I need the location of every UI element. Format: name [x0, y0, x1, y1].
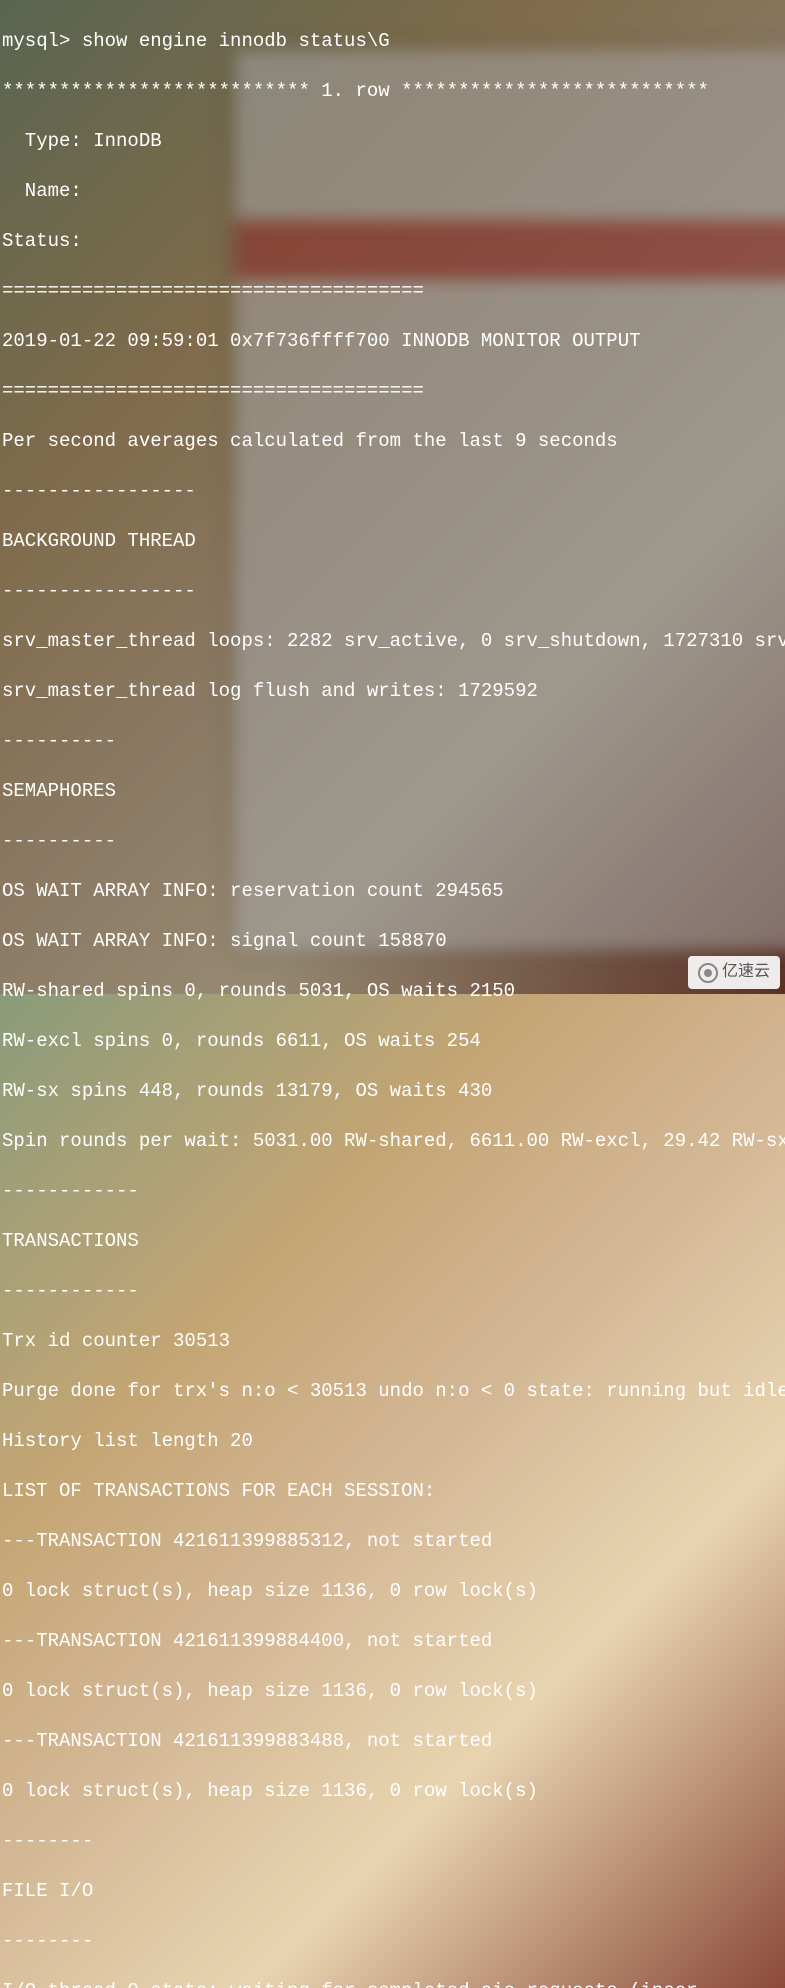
terminal-line: LIST OF TRANSACTIONS FOR EACH SESSION: — [2, 1479, 783, 1504]
terminal-line: OS WAIT ARRAY INFO: reservation count 29… — [2, 879, 783, 904]
watermark: 亿速云 — [688, 956, 780, 989]
terminal-line: FILE I/O — [2, 1879, 783, 1904]
terminal-output[interactable]: mysql> show engine innodb status\G *****… — [0, 0, 785, 994]
terminal-line: Spin rounds per wait: 5031.00 RW-shared,… — [2, 1129, 783, 1154]
terminal-line: 2019-01-22 09:59:01 0x7f736ffff700 INNOD… — [2, 329, 783, 354]
terminal-line: ---------- — [2, 729, 783, 754]
terminal-line: Name: — [2, 179, 783, 204]
terminal-line: BACKGROUND THREAD — [2, 529, 783, 554]
terminal-line: History list length 20 — [2, 1429, 783, 1454]
terminal-line: ------------ — [2, 1279, 783, 1304]
terminal-line: -------- — [2, 1829, 783, 1854]
terminal-line: 0 lock struct(s), heap size 1136, 0 row … — [2, 1779, 783, 1804]
terminal-line: OS WAIT ARRAY INFO: signal count 158870 — [2, 929, 783, 954]
terminal-line: *************************** 1. row *****… — [2, 79, 783, 104]
terminal-line: I/O thread 0 state: waiting for complete… — [2, 1979, 783, 1988]
terminal-line: Status: — [2, 229, 783, 254]
terminal-line: 0 lock struct(s), heap size 1136, 0 row … — [2, 1579, 783, 1604]
terminal-line: ---------- — [2, 829, 783, 854]
terminal-line: TRANSACTIONS — [2, 1229, 783, 1254]
terminal-line: srv_master_thread loops: 2282 srv_active… — [2, 629, 783, 654]
terminal-line: ===================================== — [2, 379, 783, 404]
watermark-text: 亿速云 — [722, 960, 770, 985]
terminal-line: Per second averages calculated from the … — [2, 429, 783, 454]
terminal-line: RW-sx spins 448, rounds 13179, OS waits … — [2, 1079, 783, 1104]
terminal-line: ---TRANSACTION 421611399884400, not star… — [2, 1629, 783, 1654]
terminal-line: ---TRANSACTION 421611399885312, not star… — [2, 1529, 783, 1554]
terminal-line: mysql> show engine innodb status\G — [2, 29, 783, 54]
terminal-line: -------- — [2, 1929, 783, 1954]
terminal-line: ---TRANSACTION 421611399883488, not star… — [2, 1729, 783, 1754]
terminal-line: ===================================== — [2, 279, 783, 304]
terminal-line: Trx id counter 30513 — [2, 1329, 783, 1354]
cloud-icon — [698, 963, 718, 983]
terminal-line: Type: InnoDB — [2, 129, 783, 154]
terminal-line: Purge done for trx's n:o < 30513 undo n:… — [2, 1379, 783, 1404]
terminal-line: SEMAPHORES — [2, 779, 783, 804]
terminal-line: ----------------- — [2, 479, 783, 504]
terminal-line: RW-shared spins 0, rounds 5031, OS waits… — [2, 979, 783, 1004]
terminal-line: srv_master_thread log flush and writes: … — [2, 679, 783, 704]
terminal-line: ------------ — [2, 1179, 783, 1204]
terminal-line: RW-excl spins 0, rounds 6611, OS waits 2… — [2, 1029, 783, 1054]
terminal-line: 0 lock struct(s), heap size 1136, 0 row … — [2, 1679, 783, 1704]
terminal-line: ----------------- — [2, 579, 783, 604]
